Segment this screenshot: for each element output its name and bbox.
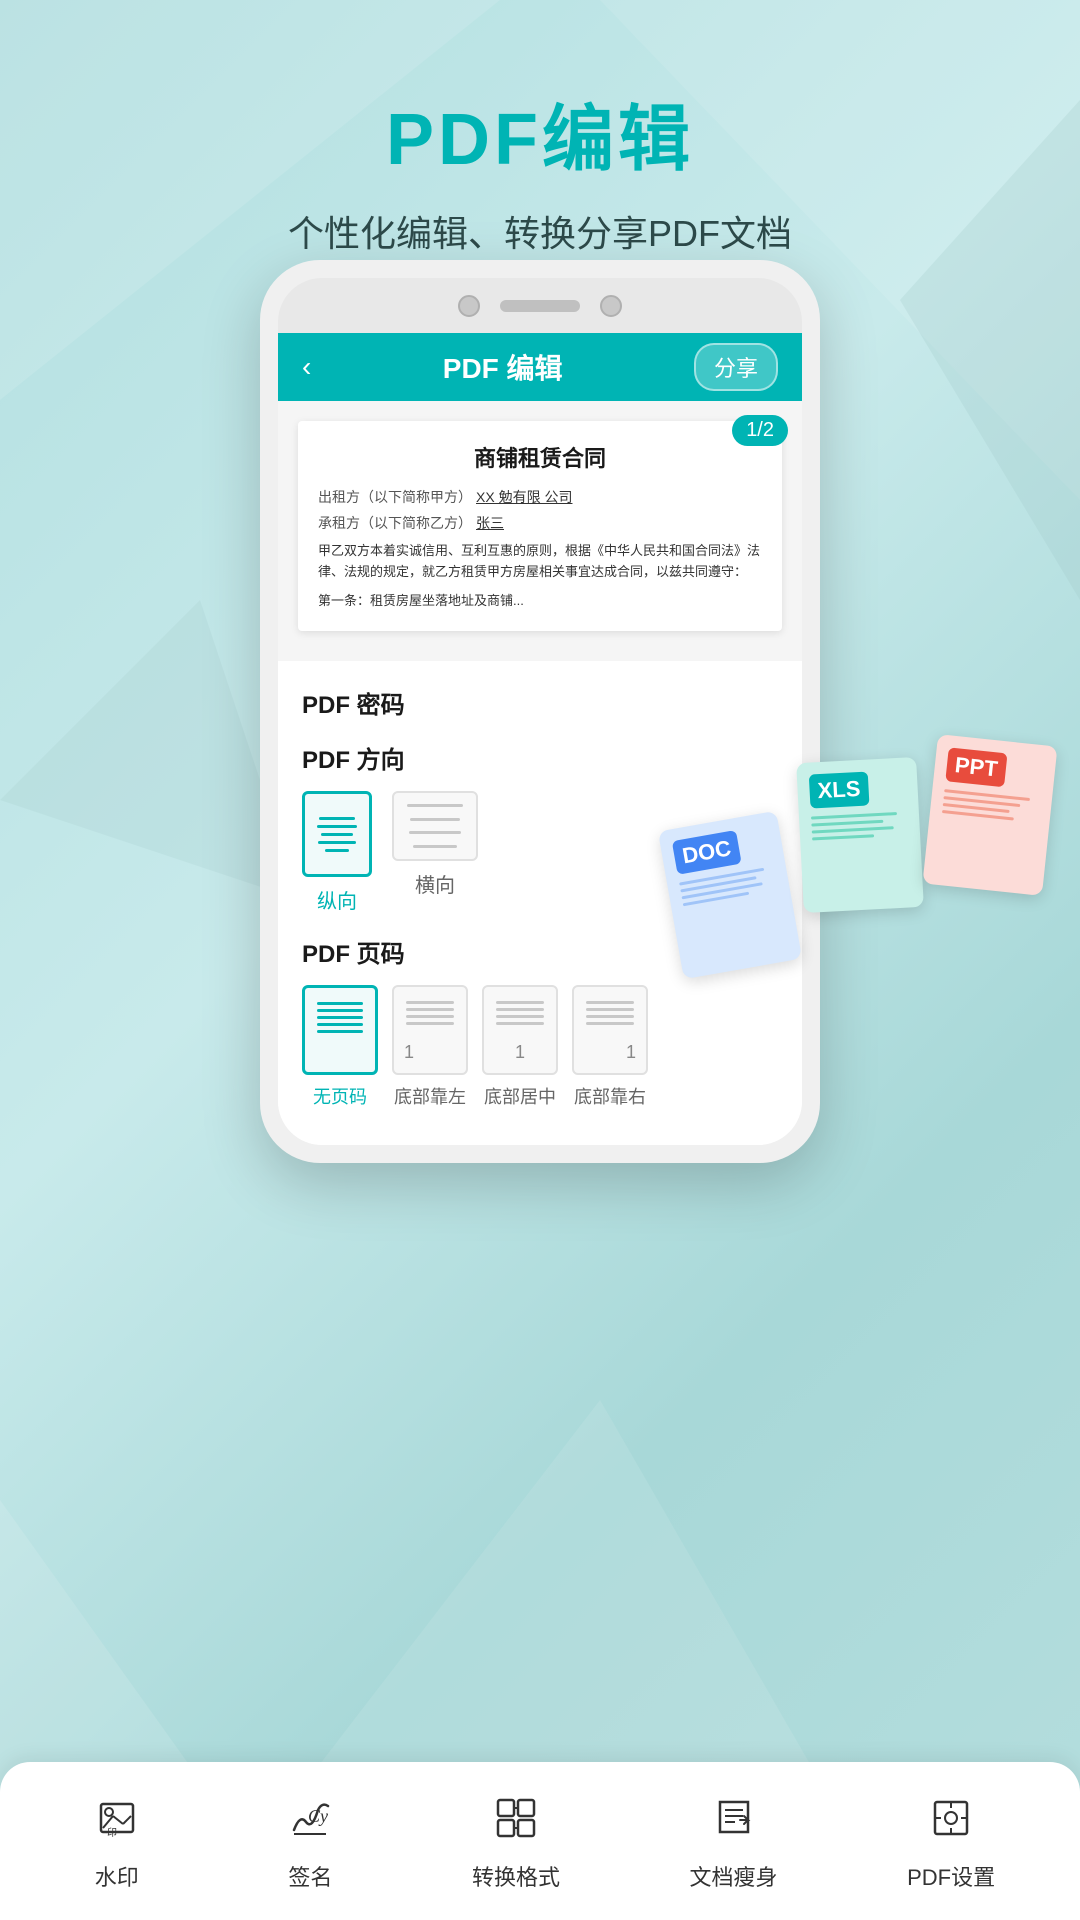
- pagenum-bc-icon: 1: [482, 985, 558, 1075]
- page-badge: 1/2: [732, 415, 788, 446]
- pagenum-bl-label: 底部靠左: [394, 1083, 466, 1109]
- main-title: PDF编辑: [0, 80, 1080, 185]
- header-section: PDF编辑 个性化编辑、转换分享PDF文档: [0, 0, 1080, 257]
- camera-right: [600, 295, 622, 317]
- pdf-password-section: PDF 密码: [302, 685, 778, 720]
- pagenum-bottom-center[interactable]: 1 底部居中: [482, 985, 558, 1109]
- toolbar-compress[interactable]: 文档瘦身: [690, 1786, 778, 1892]
- speaker: [500, 300, 580, 312]
- pdf-orientation-section: PDF 方向 纵向: [302, 740, 778, 914]
- settings-panel: PDF 密码 PDF 方向: [278, 661, 802, 1145]
- ppt-card: PPT: [922, 734, 1057, 896]
- pagenum-options: 无页码 1 底部靠左: [302, 985, 778, 1109]
- main-title-text: PDF编辑: [386, 100, 694, 180]
- share-button[interactable]: 分享: [694, 343, 778, 391]
- bottom-toolbar: 印 水印 Cy 签名 转换格式: [0, 1762, 1080, 1920]
- back-button[interactable]: ‹: [302, 351, 311, 383]
- pagenum-bl-icon: 1: [392, 985, 468, 1075]
- orientation-landscape[interactable]: 横向: [392, 791, 478, 914]
- doc-paper: 商铺租赁合同 出租方（以下简称甲方） XX 勉有限 公司 承租方（以下简称乙方）…: [298, 421, 782, 631]
- pdf-settings-label: PDF设置: [907, 1860, 995, 1892]
- convert-icon: [484, 1786, 548, 1850]
- pagenum-br-label: 底部靠右: [574, 1083, 646, 1109]
- pdf-orientation-label: PDF 方向: [302, 740, 778, 775]
- watermark-icon: 印: [85, 1786, 149, 1850]
- portrait-icon: [302, 791, 372, 877]
- doc-line-1: 出租方（以下简称甲方） XX 勉有限 公司: [318, 487, 762, 507]
- pdf-pagenum-label: PDF 页码: [302, 934, 778, 969]
- svg-text:印: 印: [107, 1827, 117, 1839]
- orientation-portrait[interactable]: 纵向: [302, 791, 372, 914]
- ppt-badge: PPT: [945, 747, 1007, 787]
- toolbar-watermark[interactable]: 印 水印: [85, 1786, 149, 1892]
- compress-label: 文档瘦身: [690, 1860, 778, 1892]
- convert-label: 转换格式: [472, 1860, 560, 1892]
- doc-title: 商铺租赁合同: [318, 441, 762, 473]
- phone-screen: ‹ PDF 编辑 分享 1/2 商铺租赁合同 出租方（以下简称甲方） XX 勉有…: [278, 333, 802, 1145]
- watermark-label: 水印: [95, 1860, 139, 1892]
- toolbar-pdf-settings[interactable]: PDF设置: [907, 1786, 995, 1892]
- signature-label: 签名: [288, 1860, 332, 1892]
- camera-left: [458, 295, 480, 317]
- phone-notch: [278, 278, 802, 333]
- pagenum-none-icon: [302, 985, 378, 1075]
- pagenum-bottom-left[interactable]: 1 底部靠左: [392, 985, 468, 1109]
- pdf-pagenum-section: PDF 页码 无页码: [302, 934, 778, 1109]
- doc-line-2: 承租方（以下简称乙方） 张三: [318, 513, 762, 533]
- toolbar-convert[interactable]: 转换格式: [472, 1786, 560, 1892]
- document-preview: 1/2 商铺租赁合同 出租方（以下简称甲方） XX 勉有限 公司 承租方（以下简…: [278, 401, 802, 661]
- phone-outer: ‹ PDF 编辑 分享 1/2 商铺租赁合同 出租方（以下简称甲方） XX 勉有…: [260, 260, 820, 1163]
- pagenum-br-icon: 1: [572, 985, 648, 1075]
- pagenum-bc-label: 底部居中: [484, 1083, 556, 1109]
- pdf-password-label: PDF 密码: [302, 685, 778, 720]
- signature-icon: Cy: [278, 1786, 342, 1850]
- doc-paragraph: 甲乙双方本着实诚信用、互利互惠的原则，根据《中华人民共和国合同法》法律、法规的规…: [318, 541, 762, 583]
- toolbar-signature[interactable]: Cy 签名: [278, 1786, 342, 1892]
- pagenum-bottom-right[interactable]: 1 底部靠右: [572, 985, 648, 1109]
- app-header-bar: ‹ PDF 编辑 分享: [278, 333, 802, 401]
- landscape-label: 横向: [415, 869, 455, 898]
- svg-text:Cy: Cy: [308, 1806, 328, 1826]
- doc-paragraph-2: 第一条：租赁房屋坐落地址及商铺...: [318, 591, 762, 612]
- orientation-options: 纵向 横向: [302, 791, 778, 914]
- pagenum-none[interactable]: 无页码: [302, 985, 378, 1109]
- compress-icon: [702, 1786, 766, 1850]
- pagenum-none-label: 无页码: [313, 1083, 367, 1109]
- pdf-settings-icon: [919, 1786, 983, 1850]
- portrait-label: 纵向: [317, 885, 357, 914]
- landscape-icon: [392, 791, 478, 861]
- phone-mockup: ‹ PDF 编辑 分享 1/2 商铺租赁合同 出租方（以下简称甲方） XX 勉有…: [260, 260, 820, 1163]
- subtitle: 个性化编辑、转换分享PDF文档: [0, 205, 1080, 257]
- app-bar-title: PDF 编辑: [443, 347, 563, 387]
